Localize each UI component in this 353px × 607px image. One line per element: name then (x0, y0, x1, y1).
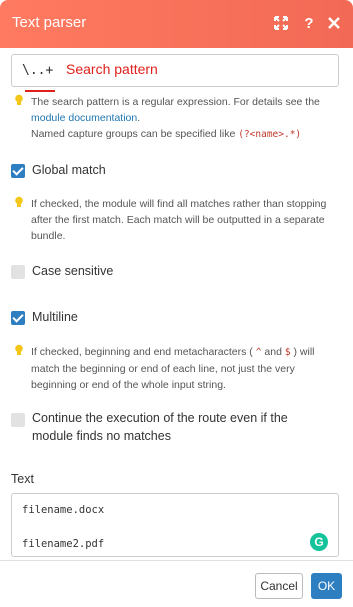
close-icon[interactable] (323, 12, 345, 34)
grammarly-icon[interactable]: G (310, 533, 328, 551)
multiline-checkbox[interactable] (11, 311, 25, 325)
caret-code: ^ (255, 347, 262, 358)
continue-execution-checkbox[interactable] (11, 413, 25, 427)
text-line: filename.docx (22, 504, 105, 516)
continue-execution-label-line-1: Continue the execution of the route even… (32, 411, 288, 425)
global-match-checkbox[interactable] (11, 164, 25, 178)
text-line: filename2.pdf (22, 538, 105, 550)
text-field-label: Text (11, 472, 34, 486)
lightbulb-icon (15, 196, 23, 207)
global-match-label: Global match (32, 163, 106, 177)
dollar-code: $ (284, 347, 291, 358)
search-pattern-input[interactable]: \..+ Search pattern (11, 54, 339, 92)
pattern-hint-period: . (137, 112, 141, 124)
multiline-hint-line-2: match the beginning or end of each line,… (31, 363, 295, 375)
multiline-hint-line-1b: ) will (293, 346, 315, 358)
named-group-example: (?<name>.*) (238, 129, 302, 140)
pattern-hint-text-1: The search pattern is a regular expressi… (31, 96, 320, 108)
continue-execution-label-line-2: module finds no matches (32, 429, 171, 443)
pattern-hint-text-2: Named capture groups can be specified li… (31, 128, 236, 140)
multiline-label: Multiline (32, 310, 78, 324)
dialog-title: Text parser (12, 14, 87, 31)
global-match-hint: If checked, the module will find all mat… (15, 196, 347, 244)
multiline-hint-and: and (264, 346, 282, 358)
case-sensitive-checkbox[interactable] (11, 265, 25, 279)
pattern-hint: The search pattern is a regular expressi… (15, 94, 347, 143)
search-pattern-value: \..+ (22, 63, 54, 78)
ok-button[interactable]: OK (311, 573, 342, 599)
module-documentation-link[interactable]: module documentation (31, 112, 137, 124)
case-sensitive-label: Case sensitive (32, 264, 114, 278)
multiline-hint-line-1a: If checked, beginning and end metacharac… (31, 346, 253, 358)
lightbulb-icon (15, 94, 23, 105)
dialog-footer: Cancel OK (0, 560, 353, 607)
global-match-hint-line-1: If checked, the module will find all mat… (31, 198, 327, 210)
help-icon[interactable]: ? (298, 12, 320, 34)
multiline-hint: If checked, beginning and end metacharac… (15, 344, 347, 393)
continue-execution-label: Continue the execution of the route even… (32, 409, 332, 445)
cancel-button[interactable]: Cancel (255, 573, 303, 599)
global-match-hint-line-2: after the first match. Each match will b… (31, 214, 325, 226)
multiline-hint-line-3: beginning or end of the whole input stri… (31, 379, 226, 391)
expand-icon[interactable] (270, 12, 292, 34)
search-pattern-annotation: Search pattern (66, 61, 158, 77)
dialog-header: Text parser ? (0, 0, 353, 48)
annotation-underline (25, 90, 55, 92)
lightbulb-icon (15, 344, 23, 355)
global-match-hint-line-3: bundle. (31, 230, 66, 242)
dialog-body: \..+ Search pattern The search pattern i… (0, 48, 353, 568)
text-input[interactable]: filename.docx filename2.pdf G (11, 493, 339, 557)
